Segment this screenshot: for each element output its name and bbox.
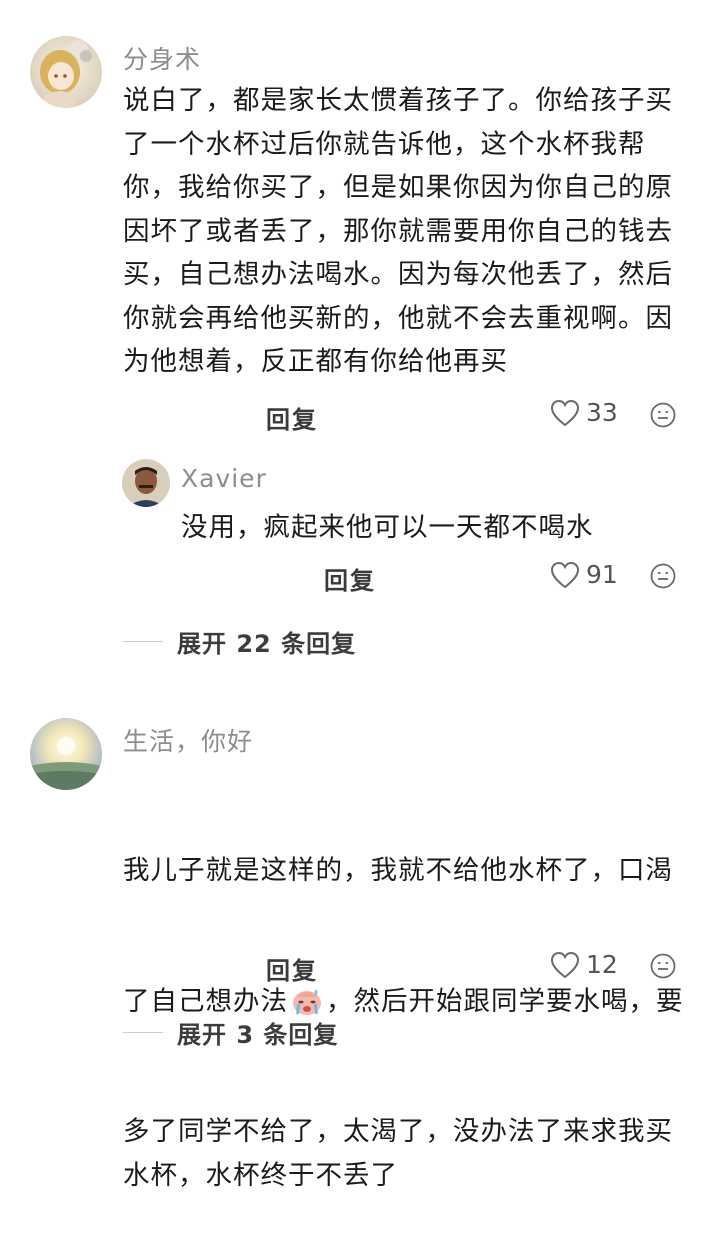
emoji-react-button[interactable] xyxy=(650,402,676,432)
divider-line xyxy=(123,640,163,643)
reply-username[interactable]: Xavier xyxy=(181,464,267,493)
heart-outline-icon xyxy=(550,399,580,426)
avatar[interactable] xyxy=(30,718,102,790)
comment-text: 说白了，都是家长太惯着孩子了。你给孩子买 了一个水杯过后你就告诉他，这个水杯我帮… xyxy=(123,85,673,377)
expand-replies-button[interactable]: 展开 3 条回复 xyxy=(123,1015,338,1050)
expand-replies-button[interactable]: 展开 22 条回复 xyxy=(123,624,356,659)
reply-button[interactable]: 回复 xyxy=(266,951,318,986)
reply-button[interactable]: 回复 xyxy=(266,400,318,435)
comment-text-segment: ，然后开始跟同学要水喝，要 xyxy=(326,985,684,1017)
like-count: 12 xyxy=(586,950,618,979)
comment-username[interactable]: 分身术 xyxy=(123,40,201,76)
divider-line xyxy=(123,1031,163,1034)
avatar[interactable] xyxy=(122,459,170,507)
reply-text: 没用，疯起来他可以一天都不喝水 xyxy=(181,512,594,543)
like-button[interactable]: 12 xyxy=(550,950,618,979)
emoji-react-button[interactable] xyxy=(650,953,676,983)
heart-outline-icon xyxy=(550,561,580,588)
reply-button[interactable]: 回复 xyxy=(324,561,376,596)
like-count: 91 xyxy=(586,560,618,589)
like-button[interactable]: 33 xyxy=(550,398,618,427)
comment-text-line: 多了同学不给了，太渴了，没办法了来求我买 水杯，水杯终于不丢了 xyxy=(123,1116,673,1191)
comment-username[interactable]: 生活，你好 xyxy=(123,722,253,758)
smiley-face-icon xyxy=(650,563,676,589)
crying-face-emoji xyxy=(293,989,321,1016)
smiley-face-icon xyxy=(650,402,676,428)
avatar[interactable] xyxy=(30,36,102,108)
heart-outline-icon xyxy=(550,951,580,978)
like-button[interactable]: 91 xyxy=(550,560,618,589)
comment-text-line: 我儿子就是这样的，我就不给他水杯了，口渴 xyxy=(123,855,673,886)
expand-replies-label: 展开 22 条回复 xyxy=(177,630,357,658)
smiley-face-icon xyxy=(650,953,676,979)
comment-text: 我儿子就是这样的，我就不给他水杯了，口渴 了自己想办法 ，然后开始跟同学要水喝，… xyxy=(123,762,703,1241)
emoji-react-button[interactable] xyxy=(650,563,676,593)
expand-replies-label: 展开 3 条回复 xyxy=(177,1021,339,1049)
like-count: 33 xyxy=(586,398,618,427)
